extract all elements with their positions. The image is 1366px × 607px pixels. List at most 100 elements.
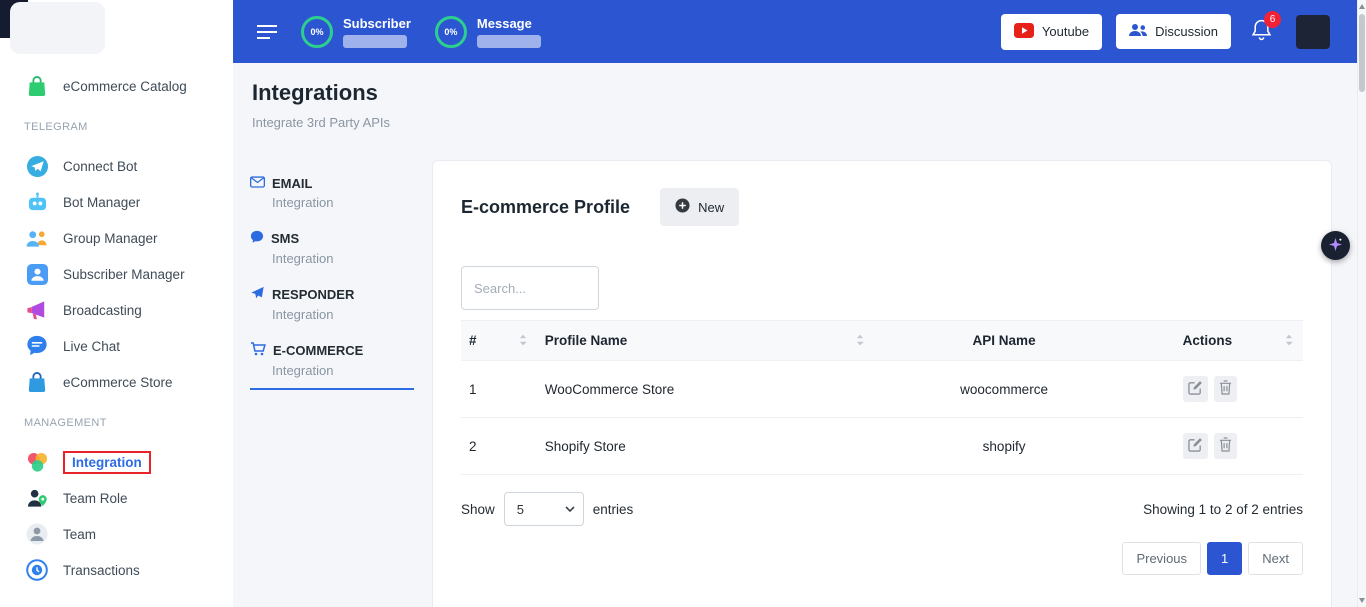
sidebar-section-management: MANAGEMENT	[0, 416, 233, 430]
cell-actions	[1135, 361, 1303, 418]
sidebar-item-bot-manager[interactable]: Bot Manager	[0, 184, 233, 220]
table-row: 2 Shopify Store shopify	[461, 418, 1303, 475]
shopping-bag-green-icon	[24, 75, 50, 97]
sidebar-item-label: eCommerce Catalog	[63, 79, 187, 94]
header-actions[interactable]: Actions	[1135, 321, 1303, 361]
sidebar-item-label: eCommerce Store	[63, 375, 173, 390]
sidebar-item-integration[interactable]: Integration	[0, 444, 233, 480]
sidebar-item-label: Connect Bot	[63, 159, 137, 174]
sidebar-item-broadcasting[interactable]: Broadcasting	[0, 292, 233, 328]
sidebar-item-subscriber-manager[interactable]: Subscriber Manager	[0, 256, 233, 292]
page-subtitle: Integrate 3rd Party APIs	[252, 115, 390, 130]
sidebar-item-live-chat[interactable]: Live Chat	[0, 328, 233, 364]
shopping-bag-blue-icon	[24, 371, 50, 393]
cell-profile-name: Shopify Store	[537, 418, 874, 475]
header-num[interactable]: #	[461, 321, 537, 361]
scrollbar-thumb[interactable]	[1359, 14, 1365, 92]
page-header: Integrations Integrate 3rd Party APIs	[252, 80, 390, 130]
bell-icon	[1251, 28, 1272, 45]
user-avatar[interactable]	[1296, 15, 1330, 49]
edit-pencil-icon	[1188, 380, 1203, 398]
edit-button[interactable]	[1183, 433, 1208, 459]
pagination-previous-button[interactable]: Previous	[1122, 542, 1201, 575]
app-root: eCommerce Catalog TELEGRAM Connect Bot B…	[0, 0, 1366, 607]
subscriber-person-icon	[24, 264, 50, 285]
sidebar-item-group-manager[interactable]: Group Manager	[0, 220, 233, 256]
notification-count-badge: 6	[1264, 11, 1281, 28]
integration-type-nav: EMAIL Integration SMS Integration	[250, 166, 414, 390]
subscriber-stat: 0% Subscriber	[301, 16, 411, 48]
showing-entries-text: Showing 1 to 2 of 2 entries	[1143, 502, 1303, 517]
logo-area	[0, 0, 233, 60]
nav-email-subtitle: Integration	[272, 195, 414, 210]
nav-email-integration[interactable]: EMAIL Integration	[250, 166, 414, 220]
table-header-row: # Profile Name API Name Actions	[461, 321, 1303, 361]
discussion-button[interactable]: Discussion	[1116, 14, 1231, 49]
nav-sms-integration[interactable]: SMS Integration	[250, 220, 414, 276]
sidebar-item-ecommerce-catalog[interactable]: eCommerce Catalog	[0, 68, 233, 104]
sidebar-item-team[interactable]: Team	[0, 516, 233, 552]
sidebar-item-connect-bot[interactable]: Connect Bot	[0, 148, 233, 184]
scrollbar-up-arrow-icon[interactable]	[1359, 4, 1365, 9]
trash-icon	[1219, 380, 1232, 398]
sidebar-item-team-role[interactable]: Team Role	[0, 480, 233, 516]
show-label: Show	[461, 502, 495, 517]
youtube-button[interactable]: Youtube	[1001, 14, 1102, 50]
scrollbar-down-arrow-icon[interactable]	[1359, 598, 1365, 603]
integration-circles-icon	[24, 452, 50, 473]
message-stat-label: Message	[477, 16, 541, 31]
main-content: Integrations Integrate 3rd Party APIs EM…	[233, 63, 1366, 607]
youtube-play-icon	[1014, 23, 1034, 41]
menu-toggle-button[interactable]	[257, 24, 277, 40]
blurred-message-value	[477, 35, 541, 48]
ecommerce-profile-card: E-commerce Profile New #	[432, 160, 1332, 607]
message-stat: 0% Message	[435, 16, 541, 48]
sidebar-section-telegram: TELEGRAM	[0, 120, 233, 134]
cart-icon	[250, 342, 266, 359]
new-profile-button[interactable]: New	[660, 188, 739, 226]
paper-plane-icon	[250, 286, 265, 303]
edit-button[interactable]	[1183, 376, 1208, 402]
subscriber-progress-ring: 0%	[301, 16, 333, 48]
sort-arrows-icon	[519, 333, 527, 348]
assistant-fab-button[interactable]	[1321, 231, 1350, 260]
notifications-button[interactable]: 6	[1251, 18, 1272, 46]
header-profile-name[interactable]: Profile Name	[537, 321, 874, 361]
subscriber-stat-label: Subscriber	[343, 16, 411, 31]
person-pin-icon	[24, 488, 50, 509]
card-header: E-commerce Profile New	[461, 188, 1303, 226]
sidebar-item-label: Group Manager	[63, 231, 158, 246]
topbar-right: Youtube Discussion 6	[1001, 14, 1330, 50]
nav-ecommerce-subtitle: Integration	[272, 363, 414, 378]
nav-responder-integration[interactable]: RESPONDER Integration	[250, 276, 414, 332]
search-input[interactable]	[461, 266, 599, 310]
pagination-page-1-button[interactable]: 1	[1207, 542, 1242, 575]
group-people-icon	[24, 229, 50, 248]
chat-bubble-icon	[250, 230, 264, 247]
pagination-next-button[interactable]: Next	[1248, 542, 1303, 575]
profiles-table: # Profile Name API Name Actions	[461, 320, 1303, 475]
trash-icon	[1219, 437, 1232, 455]
discussion-button-label: Discussion	[1155, 24, 1218, 39]
sidebar-item-label: Bot Manager	[63, 195, 140, 210]
topbar-left: 0% Subscriber 0% Message	[257, 16, 541, 48]
header-api-name[interactable]: API Name	[874, 321, 1135, 361]
nav-ecommerce-integration[interactable]: E-COMMERCE Integration	[250, 332, 414, 390]
page-size-select[interactable]: 5	[504, 492, 584, 526]
sidebar-item-label: Broadcasting	[63, 303, 142, 318]
delete-button[interactable]	[1214, 433, 1237, 459]
delete-button[interactable]	[1214, 376, 1237, 402]
sidebar-item-ecommerce-store[interactable]: eCommerce Store	[0, 364, 233, 400]
sidebar-item-transactions[interactable]: Transactions	[0, 552, 233, 588]
chat-bubble-blue-icon	[24, 335, 50, 357]
nav-ecommerce-title: E-COMMERCE	[273, 343, 363, 358]
scrollbar[interactable]	[1357, 0, 1366, 607]
team-gear-person-icon	[24, 523, 50, 545]
page-title: Integrations	[252, 80, 390, 106]
cell-api-name: woocommerce	[874, 361, 1135, 418]
cell-num: 1	[461, 361, 537, 418]
message-progress-ring: 0%	[435, 16, 467, 48]
sidebar-item-label: Transactions	[63, 563, 140, 578]
sparkle-icon	[1328, 237, 1343, 255]
envelope-icon	[250, 176, 265, 191]
